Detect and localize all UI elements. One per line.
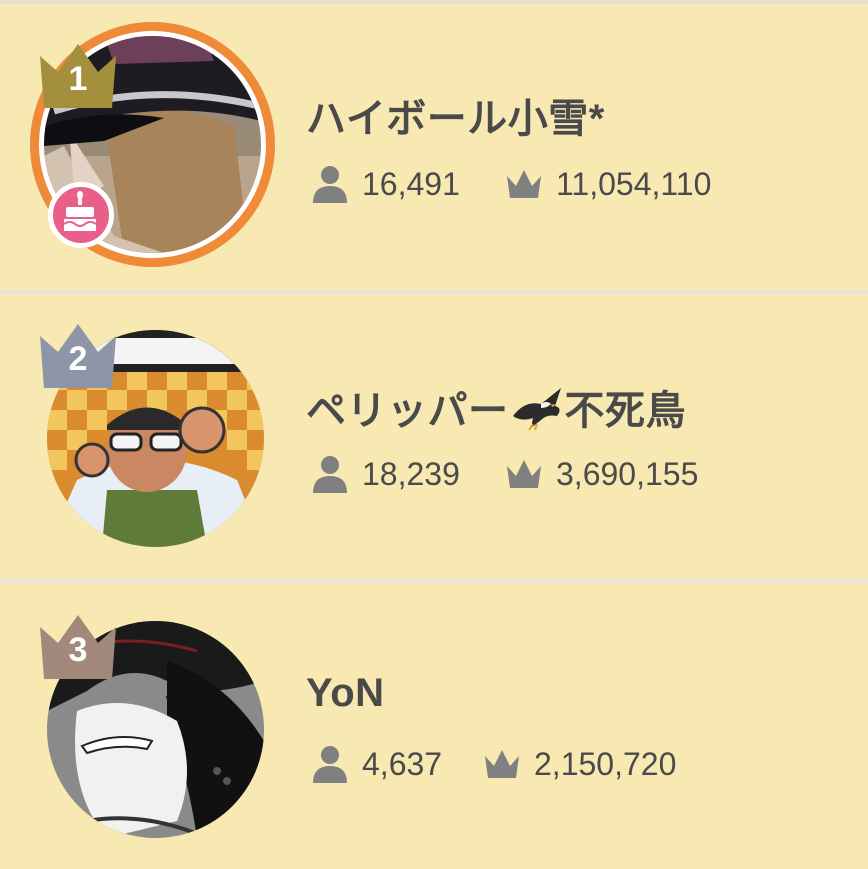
ranking-row-1[interactable]: 1 ハイボール小雪* 16,491 11,054,110 xyxy=(0,4,868,290)
crown-icon xyxy=(485,750,519,778)
points-count: 11,054,110 xyxy=(556,166,712,202)
ranking-row-2[interactable]: 2 ペリッパー 不死鳥 18,239 3,690,155 xyxy=(0,294,868,579)
eagle-emoji-icon xyxy=(512,388,561,431)
ranking-list: 1 ハイボール小雪* 16,491 11,054,110 2 ペリッパー 不死鳥… xyxy=(0,0,868,869)
ranking-row-3[interactable]: 3 YoN 4,637 2,150,720 xyxy=(0,583,868,869)
user-stats: 16,491 11,054,110 xyxy=(312,164,792,204)
followers-count: 4,637 xyxy=(362,746,443,782)
user-name-text: ペリッパー xyxy=(306,389,509,433)
points-count: 2,150,720 xyxy=(534,746,677,782)
person-icon xyxy=(313,166,347,203)
followers-count: 18,239 xyxy=(362,456,460,492)
user-stats: 4,637 2,150,720 xyxy=(312,744,792,784)
crown-icon xyxy=(507,460,541,488)
person-icon xyxy=(313,456,347,493)
user-name-suffix: 不死鳥 xyxy=(564,389,686,433)
birthday-cake-icon xyxy=(63,191,97,231)
rank-crown-3: 3 xyxy=(38,613,118,679)
rank-crown-1: 1 xyxy=(38,42,118,108)
user-name[interactable]: ハイボール小雪* xyxy=(306,86,605,144)
crown-icon xyxy=(507,170,541,198)
followers-count: 16,491 xyxy=(362,166,460,202)
user-name[interactable]: ペリッパー 不死鳥 xyxy=(306,378,686,436)
rank-crown-2: 2 xyxy=(38,322,118,388)
rank-number: 3 xyxy=(68,631,88,669)
rank-number: 2 xyxy=(68,340,88,378)
person-icon xyxy=(313,746,347,783)
points-count: 3,690,155 xyxy=(556,456,699,492)
user-name[interactable]: YoN xyxy=(306,671,385,716)
user-stats: 18,239 3,690,155 xyxy=(312,454,792,494)
rank-number: 1 xyxy=(68,60,88,98)
birthday-badge xyxy=(48,182,114,248)
